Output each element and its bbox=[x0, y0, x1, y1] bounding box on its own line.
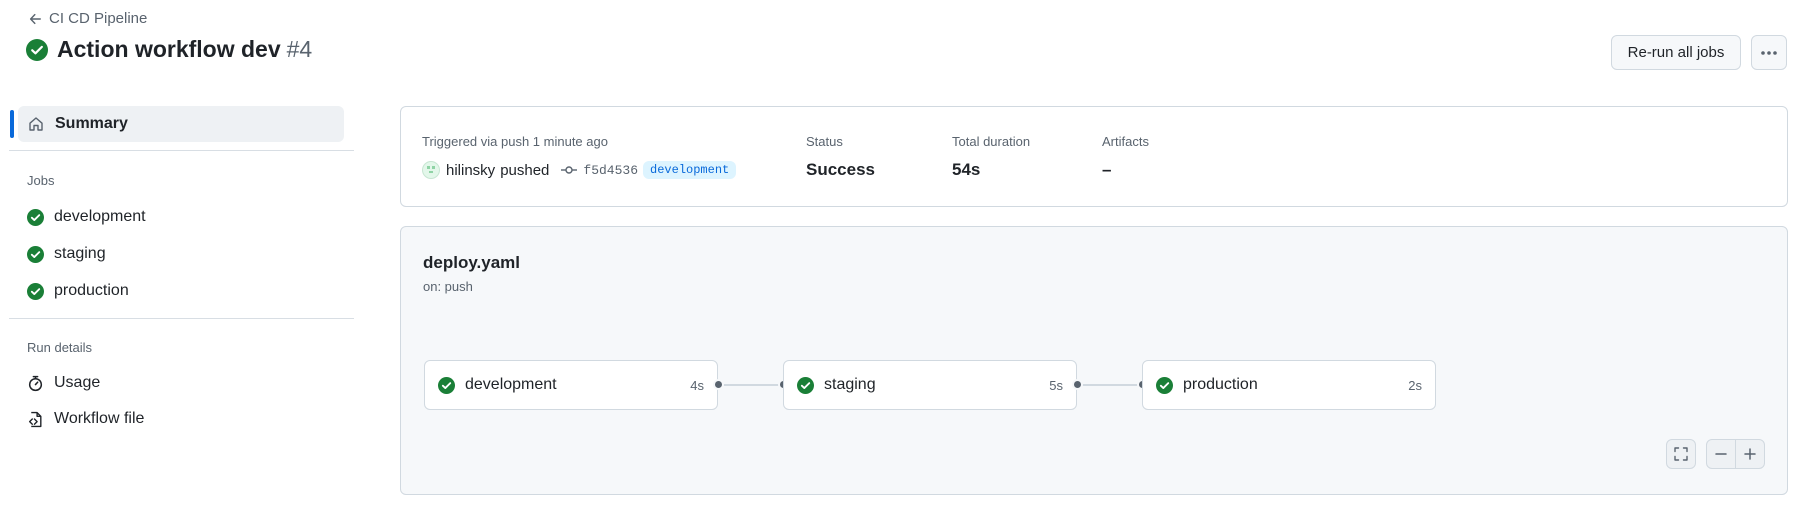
back-link-label: CI CD Pipeline bbox=[49, 10, 148, 27]
sidebar-item-label: Usage bbox=[54, 374, 101, 391]
job-connector bbox=[1077, 384, 1143, 386]
page-title: Action workflow dev bbox=[57, 36, 281, 62]
arrow-left-icon bbox=[28, 12, 42, 26]
check-circle-fill-icon bbox=[27, 245, 44, 263]
duration-label: Total duration bbox=[952, 134, 1031, 149]
workflow-trigger: on: push bbox=[423, 279, 473, 294]
git-commit-icon bbox=[561, 165, 578, 175]
job-duration: 4s bbox=[690, 377, 704, 393]
check-circle-fill-icon bbox=[27, 282, 44, 300]
sidebar-divider bbox=[9, 318, 354, 319]
check-circle-fill-icon bbox=[1156, 376, 1173, 394]
stopwatch-icon bbox=[27, 375, 44, 392]
file-code-icon bbox=[27, 411, 44, 428]
back-link[interactable]: CI CD Pipeline bbox=[28, 10, 147, 27]
job-node-development[interactable]: development 4s bbox=[424, 360, 718, 410]
sidebar-job-staging[interactable]: staging bbox=[27, 242, 106, 266]
workflow-file-name: deploy.yaml bbox=[423, 253, 520, 272]
run-number: #4 bbox=[286, 36, 313, 62]
sidebar-item-label: production bbox=[54, 282, 129, 299]
check-circle-fill-icon bbox=[797, 376, 814, 394]
job-name: staging bbox=[824, 376, 876, 393]
trigger-details: hilinsky pushed f5d4536 development bbox=[422, 161, 737, 179]
sidebar-item-workflow-file[interactable]: Workflow file bbox=[27, 407, 144, 431]
run-summary-card bbox=[400, 106, 1788, 207]
sidebar-item-label: Workflow file bbox=[54, 410, 145, 427]
artifacts-label: Artifacts bbox=[1102, 134, 1149, 149]
status-value: Success bbox=[806, 160, 875, 179]
sidebar-item-label: staging bbox=[54, 245, 106, 262]
page-title-row: Action workflow dev #4 bbox=[26, 36, 312, 63]
run-details-heading: Run details bbox=[27, 340, 93, 355]
sidebar-item-label: development bbox=[54, 208, 146, 225]
rerun-all-jobs-button[interactable]: Re-run all jobs bbox=[1611, 35, 1741, 70]
actor-name[interactable]: hilinsky bbox=[446, 162, 495, 179]
job-node-staging[interactable]: staging 5s bbox=[783, 360, 1077, 410]
sidebar-job-development[interactable]: development bbox=[27, 205, 146, 229]
branch-badge[interactable]: development bbox=[643, 161, 737, 179]
job-connector bbox=[718, 384, 784, 386]
kebab-horizontal-icon bbox=[1760, 50, 1778, 56]
home-icon bbox=[28, 116, 44, 132]
fullscreen-button[interactable] bbox=[1666, 439, 1696, 469]
screen-full-icon bbox=[1674, 447, 1688, 461]
zoom-out-button[interactable] bbox=[1706, 439, 1736, 469]
plus-icon bbox=[1743, 447, 1757, 461]
job-name: development bbox=[465, 376, 557, 393]
check-circle-fill-icon bbox=[438, 376, 455, 394]
status-label: Status bbox=[806, 134, 843, 149]
job-node-production[interactable]: production 2s bbox=[1142, 360, 1436, 410]
connector-dot bbox=[1072, 379, 1083, 390]
check-circle-fill-icon bbox=[26, 38, 48, 61]
avatar[interactable] bbox=[422, 161, 440, 179]
sidebar-job-production[interactable]: production bbox=[27, 279, 129, 303]
zoom-in-button[interactable] bbox=[1735, 439, 1765, 469]
artifacts-value: – bbox=[1102, 160, 1112, 179]
more-options-button[interactable] bbox=[1751, 35, 1787, 70]
duration-value: 54s bbox=[952, 160, 981, 179]
jobs-heading: Jobs bbox=[27, 173, 55, 188]
job-duration: 2s bbox=[1408, 377, 1422, 393]
check-circle-fill-icon bbox=[27, 208, 44, 226]
job-name: production bbox=[1183, 376, 1258, 393]
active-nav-indicator bbox=[10, 110, 14, 138]
dash-icon bbox=[1714, 447, 1728, 461]
sidebar-item-summary[interactable]: Summary bbox=[18, 106, 344, 142]
job-duration: 5s bbox=[1049, 377, 1063, 393]
sidebar-item-usage[interactable]: Usage bbox=[27, 371, 100, 395]
connector-dot bbox=[713, 379, 724, 390]
commit-sha-link[interactable]: f5d4536 bbox=[583, 163, 638, 178]
trigger-text: Triggered via push 1 minute ago bbox=[422, 134, 608, 149]
sidebar-item-label: Summary bbox=[55, 115, 128, 132]
action-text: pushed bbox=[500, 161, 550, 179]
sidebar-divider bbox=[9, 150, 354, 151]
